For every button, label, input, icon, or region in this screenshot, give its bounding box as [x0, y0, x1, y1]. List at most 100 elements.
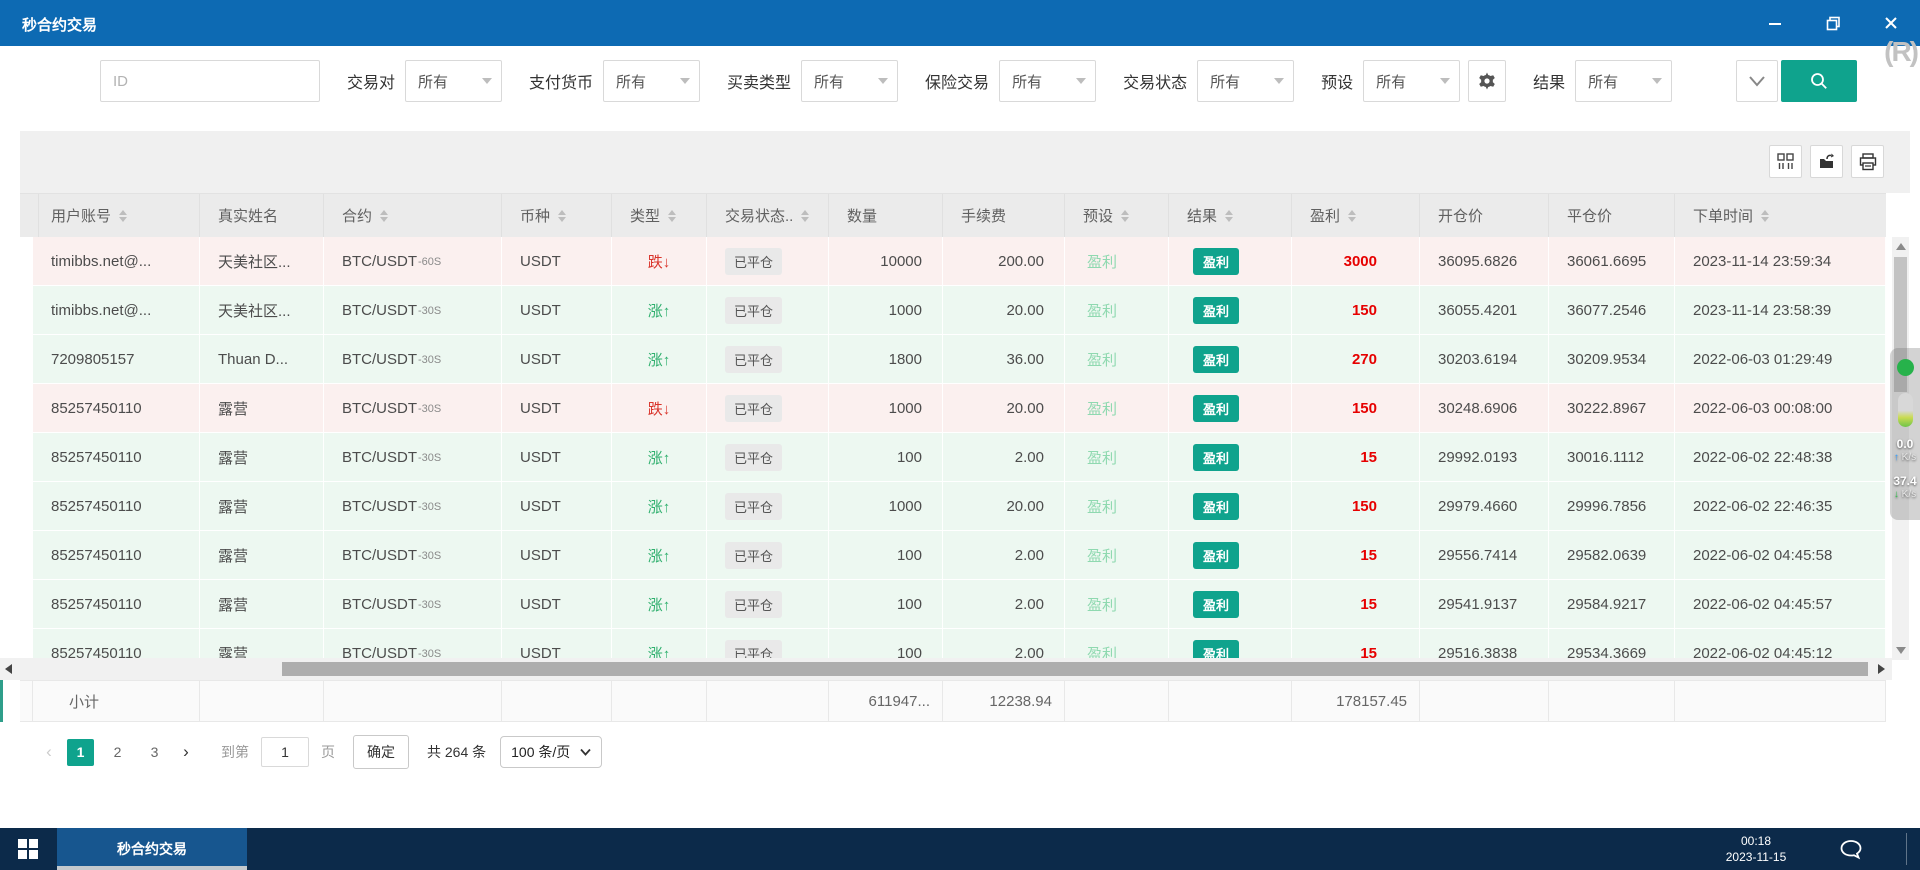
horizontal-scrollbar-thumb[interactable]	[282, 662, 1868, 676]
table-row[interactable]: 85257450110露营BTC/USDT-30SUSDT涨↑已平仓1002.0…	[20, 629, 1886, 658]
cell-close-price-text: 29584.9217	[1567, 596, 1646, 613]
horizontal-scrollbar[interactable]	[0, 658, 1892, 680]
sort-icon[interactable]	[119, 210, 127, 222]
prev-page-button[interactable]: ‹	[36, 739, 62, 766]
cell-result: 盈利	[1169, 335, 1292, 384]
cell-realname: 露营	[200, 384, 324, 433]
filter-select[interactable]: 所有	[801, 60, 898, 102]
status-badge: 已平仓	[725, 542, 782, 569]
page-button-3[interactable]: 3	[141, 739, 168, 766]
table-row[interactable]: 7209805157Thuan D...BTC/USDT-30SUSDT涨↑已平…	[20, 335, 1886, 384]
page-button-1[interactable]: 1	[67, 739, 94, 766]
filter-select[interactable]: 所有	[603, 60, 700, 102]
column-header-coin[interactable]: 币种	[502, 194, 612, 237]
goto-page-input[interactable]	[261, 737, 309, 767]
page-button-2[interactable]: 2	[104, 739, 131, 766]
cell-blank	[20, 482, 33, 531]
cell-blank	[20, 335, 33, 384]
result-badge: 盈利	[1193, 591, 1239, 618]
cell-profit-text: 270	[1352, 351, 1377, 368]
filter-select[interactable]: 所有	[1575, 60, 1672, 102]
filter-select-value: 所有	[418, 71, 448, 92]
expand-filters-button[interactable]	[1736, 60, 1778, 102]
column-header-profit[interactable]: 盈利	[1292, 194, 1420, 237]
contract-pair: BTC/USDT	[342, 596, 417, 613]
column-header-close_price[interactable]: 平仓价	[1549, 194, 1675, 237]
scroll-right-icon[interactable]	[1878, 664, 1885, 674]
sort-icon[interactable]	[1348, 210, 1356, 222]
cell-profit-text: 15	[1360, 596, 1377, 613]
cell-order-time-text: 2022-06-03 00:08:00	[1693, 400, 1832, 417]
sort-icon[interactable]	[1121, 210, 1129, 222]
column-settings-button[interactable]	[1769, 145, 1802, 178]
cell-result: 盈利	[1169, 286, 1292, 335]
cell-realname-text: 天美社区...	[218, 300, 291, 321]
cell-result: 盈利	[1169, 433, 1292, 482]
filter-select[interactable]: 所有	[1363, 60, 1460, 102]
scroll-up-icon[interactable]	[1896, 243, 1906, 250]
next-page-button[interactable]: ›	[173, 739, 199, 766]
filter-label: 交易对	[347, 69, 395, 93]
taskbar-app-button[interactable]: 秒合约交易	[57, 828, 247, 870]
page-size-select[interactable]: 100 条/页	[500, 736, 602, 768]
scroll-left-icon[interactable]	[5, 664, 12, 674]
minimize-button[interactable]	[1746, 0, 1804, 46]
table-row[interactable]: 85257450110露营BTC/USDT-30SUSDT涨↑已平仓1002.0…	[20, 580, 1886, 629]
filter-select[interactable]: 所有	[1197, 60, 1294, 102]
column-header-open_price[interactable]: 开仓价	[1420, 194, 1549, 237]
cell-fee: 20.00	[943, 482, 1065, 531]
sort-icon[interactable]	[1225, 210, 1233, 222]
id-search-input[interactable]	[100, 60, 320, 102]
sort-icon[interactable]	[801, 210, 809, 222]
filter-select[interactable]: 所有	[405, 60, 502, 102]
cell-close-price: 29582.0639	[1549, 531, 1675, 580]
restore-button[interactable]	[1804, 0, 1862, 46]
notification-button[interactable]	[1838, 837, 1864, 863]
cell-close-price: 36077.2546	[1549, 286, 1675, 335]
filter-label: 保险交易	[925, 69, 989, 93]
show-desktop-divider[interactable]	[1906, 833, 1907, 865]
column-header-amount[interactable]: 数量	[829, 194, 943, 237]
column-header-status[interactable]: 交易状态..	[707, 194, 829, 237]
cell-open-price: 29541.9137	[1420, 580, 1549, 629]
print-button[interactable]	[1851, 145, 1884, 178]
column-header-fee[interactable]: 手续费	[943, 194, 1065, 237]
table-row[interactable]: 85257450110露营BTC/USDT-30SUSDT涨↑已平仓1002.0…	[20, 433, 1886, 482]
cell-amount: 100	[829, 433, 943, 482]
table-row[interactable]: 85257450110露营BTC/USDT-30SUSDT跌↓已平仓100020…	[20, 384, 1886, 433]
table-row[interactable]: 85257450110露营BTC/USDT-30SUSDT涨↑已平仓1002.0…	[20, 531, 1886, 580]
table-row[interactable]: 85257450110露营BTC/USDT-30SUSDT涨↑已平仓100020…	[20, 482, 1886, 531]
start-button[interactable]	[0, 828, 56, 870]
taskbar-clock[interactable]: 00:18 2023-11-15	[1710, 833, 1802, 865]
cell-type-text: 涨↑	[648, 349, 671, 370]
search-button[interactable]	[1781, 60, 1857, 102]
column-header-type[interactable]: 类型	[612, 194, 707, 237]
sort-icon[interactable]	[558, 210, 566, 222]
column-header-result[interactable]: 结果	[1169, 194, 1292, 237]
export-button[interactable]	[1810, 145, 1843, 178]
subtotal-accent-strip	[0, 680, 3, 722]
column-header-realname[interactable]: 真实姓名	[200, 194, 324, 237]
sort-icon[interactable]	[1761, 210, 1769, 222]
filter-select[interactable]: 所有	[999, 60, 1096, 102]
cell-profit-text: 15	[1360, 547, 1377, 564]
column-header-order_time[interactable]: 下单时间	[1675, 194, 1886, 237]
column-header-account[interactable]: 用户账号	[33, 194, 200, 237]
scroll-down-icon[interactable]	[1896, 647, 1906, 654]
sort-icon[interactable]	[380, 210, 388, 222]
cell-realname: 露营	[200, 580, 324, 629]
cell-order-time: 2022-06-03 00:08:00	[1675, 384, 1886, 433]
cell-open-price: 29556.7414	[1420, 531, 1549, 580]
table-row[interactable]: timibbs.net@...天美社区...BTC/USDT-30SUSDT涨↑…	[20, 286, 1886, 335]
confirm-page-button[interactable]: 确定	[353, 735, 409, 769]
cell-amount: 100	[829, 580, 943, 629]
cell-order-time: 2023-11-14 23:58:39	[1675, 286, 1886, 335]
column-header-contract[interactable]: 合约	[324, 194, 502, 237]
filter-select-value: 所有	[1588, 71, 1618, 92]
preset-settings-button[interactable]	[1468, 60, 1506, 102]
column-header-label: 开仓价	[1438, 205, 1483, 226]
table-row[interactable]: timibbs.net@...天美社区...BTC/USDT-60SUSDT跌↓…	[20, 237, 1886, 286]
column-header-preset[interactable]: 预设	[1065, 194, 1169, 237]
sort-icon[interactable]	[668, 210, 676, 222]
cell-contract: BTC/USDT-30S	[324, 482, 502, 531]
